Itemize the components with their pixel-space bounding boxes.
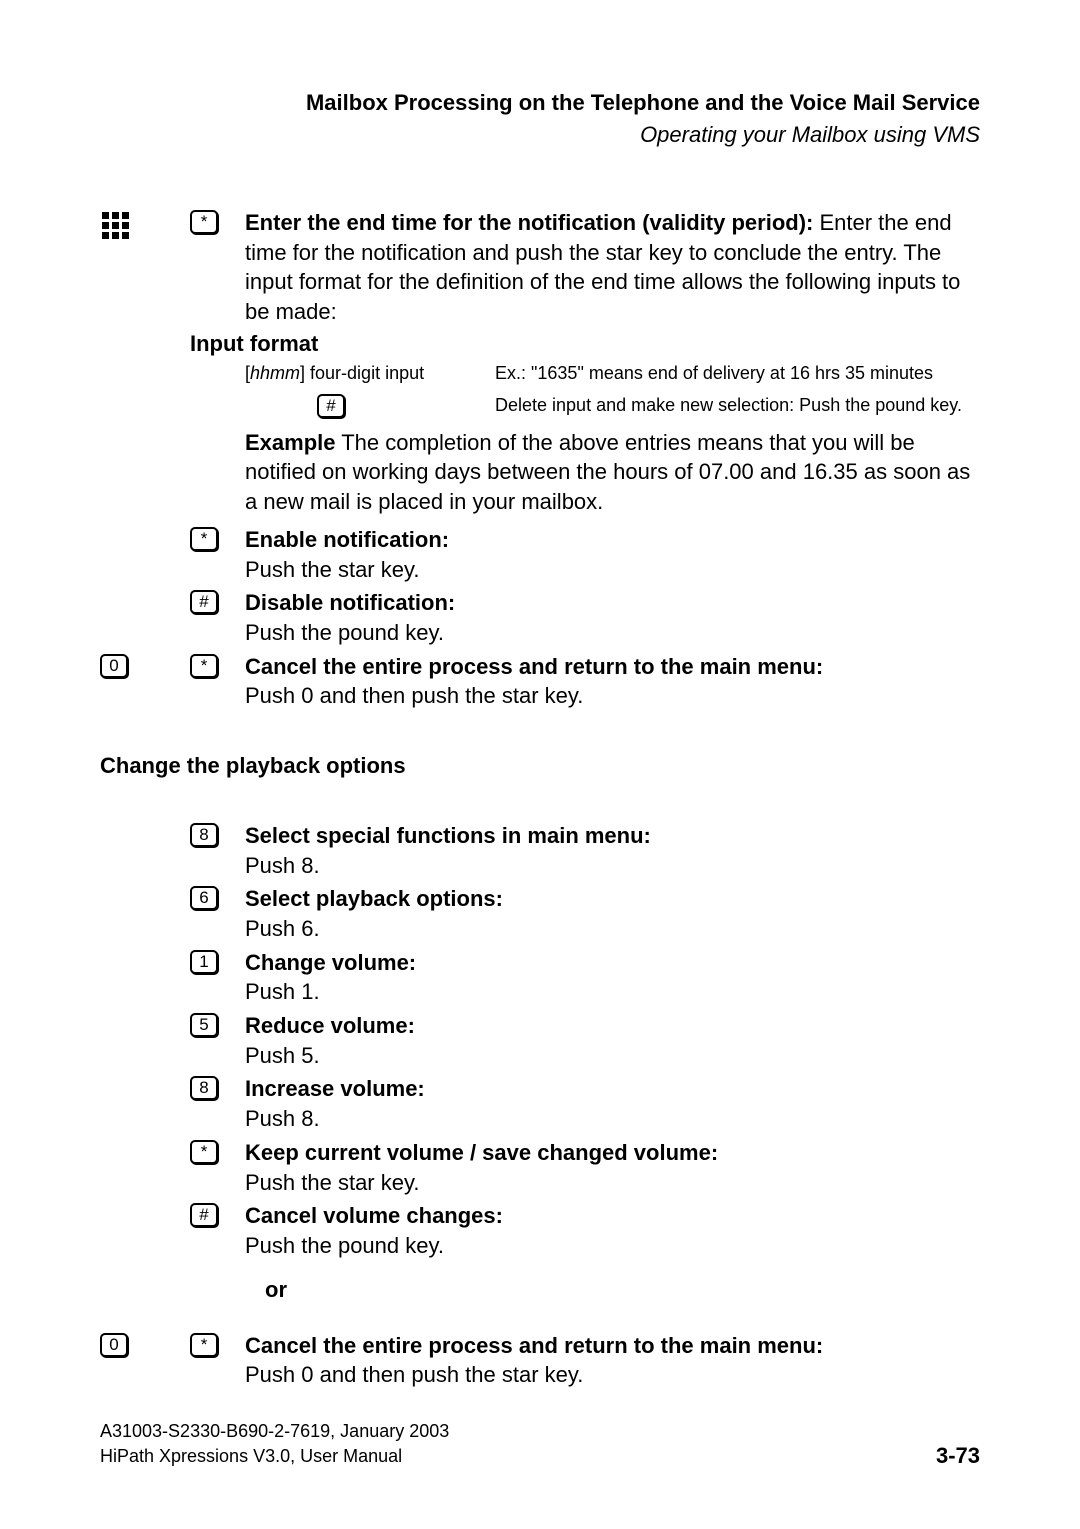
step-text: Cancel volume changes:Push the pound key…: [245, 1201, 980, 1260]
eight-key-icon: 8: [190, 1076, 218, 1100]
star-key-icon: *: [190, 210, 218, 234]
pound-key-icon: #: [317, 394, 345, 418]
footer-info: A31003-S2330-B690-2-7619, January 2003 H…: [100, 1419, 449, 1469]
or-label: or: [265, 1277, 980, 1303]
playback-heading: Change the playback options: [100, 753, 980, 779]
star-key-icon: *: [190, 1333, 218, 1357]
page-header-title: Mailbox Processing on the Telephone and …: [100, 90, 980, 116]
keypad-icon: [100, 210, 132, 242]
star-key-icon: *: [190, 527, 218, 551]
page-header-subtitle: Operating your Mailbox using VMS: [100, 122, 980, 148]
star-key-icon: *: [190, 1140, 218, 1164]
step-text: Enable notification: Push the star key.: [245, 525, 980, 584]
input-format-label: Input format: [190, 331, 980, 357]
step-text: Cancel the entire process and return to …: [245, 1331, 980, 1390]
step-text: Select special functions in main menu:Pu…: [245, 821, 980, 880]
step-text: Change volume:Push 1.: [245, 948, 980, 1007]
format-right: Ex.: "1635" means end of delivery at 16 …: [495, 363, 980, 384]
eight-key-icon: 8: [190, 823, 218, 847]
one-key-icon: 1: [190, 950, 218, 974]
step-text: Increase volume:Push 8.: [245, 1074, 980, 1133]
step-text: Disable notification: Push the pound key…: [245, 588, 980, 647]
page-number: 3-73: [936, 1443, 980, 1469]
format-left: [hhmm] four-digit input: [245, 363, 495, 384]
star-key-icon: *: [190, 654, 218, 678]
step-text: Cancel the entire process and return to …: [245, 652, 980, 711]
six-key-icon: 6: [190, 886, 218, 910]
example-text: Example The completion of the above entr…: [245, 428, 980, 517]
zero-key-icon: 0: [100, 1333, 128, 1357]
step-title: Enter the end time for the notification …: [245, 210, 813, 235]
step-text: Enter the end time for the notification …: [245, 208, 980, 327]
zero-key-icon: 0: [100, 654, 128, 678]
pound-key-icon: #: [190, 1203, 218, 1227]
format-right: Delete input and make new selection: Pus…: [495, 395, 980, 416]
five-key-icon: 5: [190, 1013, 218, 1037]
step-text: Reduce volume:Push 5.: [245, 1011, 980, 1070]
pound-key-icon: #: [190, 590, 218, 614]
step-text: Keep current volume / save changed volum…: [245, 1138, 980, 1197]
step-text: Select playback options:Push 6.: [245, 884, 980, 943]
